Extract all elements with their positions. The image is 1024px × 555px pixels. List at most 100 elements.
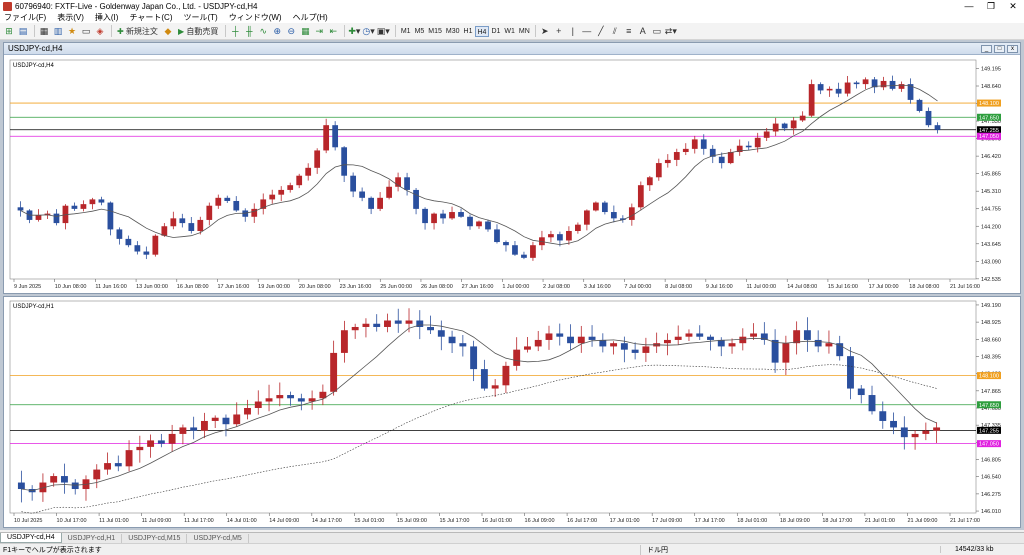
vertical-line-icon[interactable]: | [567,25,579,38]
symbol-label: USDJPY-cd,H4 [13,63,54,69]
chart-max-icon[interactable]: □ [994,44,1005,53]
tf-mn[interactable]: MN [517,26,532,37]
app-icon [3,1,12,11]
x-tick-label: 21 Jul 09:00 [907,518,937,524]
period-icon[interactable]: ◷ ▾ [362,25,374,38]
minimize-button[interactable]: — [958,0,980,12]
menu-insert[interactable]: 挿入(I) [95,12,119,23]
x-tick-label: 25 Jun 00:00 [380,284,412,290]
profiles-icon[interactable]: ▤ [17,25,29,38]
candle-body [782,343,790,363]
market-watch-icon[interactable]: ▦ [38,25,50,38]
candle-body [916,99,923,111]
candle-body [728,343,736,347]
candle-body [53,213,60,224]
candle-body [857,388,865,396]
tab-usdjpy-h4[interactable]: USDJPY-cd,H4 [0,533,62,543]
cursor-icon[interactable]: ➤ [539,25,551,38]
chart-window-h1[interactable]: USDJPY-cd,H1 149.190 148.925 148.660 148.395… [3,296,1021,528]
candle-body [771,339,779,363]
label-icon[interactable]: ▭ [651,25,663,38]
chart-close-icon[interactable]: x [1007,44,1018,53]
metaeditor-icon[interactable]: ◆ [162,25,174,38]
zoom-out-icon[interactable]: ⊖ [285,25,297,38]
menu-tools[interactable]: ツール(T) [183,12,217,23]
zoom-in-icon[interactable]: ⊕ [271,25,283,38]
channel-icon[interactable]: ⫽ [609,25,621,38]
menu-help[interactable]: ヘルプ(H) [293,12,328,23]
candle-body [61,476,68,483]
new-chart-icon[interactable]: ⊞ [3,25,15,38]
tab-usdjpy-m5[interactable]: USDJPY-cd,M5 [187,534,249,543]
x-tick-label: 11 Jul 09:00 [142,518,172,524]
tf-d1[interactable]: D1 [489,26,502,37]
tf-m5[interactable]: M5 [413,26,427,37]
new-order-label: 新規注文 [125,26,158,36]
auto-trade-button[interactable]: ▶ 自動売買 [176,25,220,38]
candle-body [513,349,521,366]
tf-m30[interactable]: M30 [444,26,462,37]
chart-h1-plot[interactable]: USDJPY-cd,H1 149.190 148.925 148.660 148.395… [4,297,1020,527]
x-tick-label: 13 Jun 00:00 [136,284,168,290]
maximize-button[interactable]: ❐ [980,0,1002,12]
line-chart-icon[interactable]: ∿ [257,25,269,38]
menu-chart[interactable]: チャート(C) [129,12,172,23]
crosshair-icon[interactable]: + [553,25,565,38]
chart-shift-icon[interactable]: ⇤ [327,25,339,38]
text-icon[interactable]: A [637,25,649,38]
candle-body [386,186,392,198]
candle-body [98,199,105,203]
new-order-button[interactable]: ✚ 新規注文 [115,25,160,38]
tf-m15[interactable]: M15 [426,26,444,37]
tf-m1[interactable]: M1 [399,26,413,37]
menu-file[interactable]: ファイル(F) [4,12,46,23]
arrows-icon[interactable]: ⇄▾ [665,25,677,38]
x-tick-label: 14 Jul 08:00 [787,284,817,290]
x-tick-label: 10 Jun 08:00 [55,284,87,290]
moving-average-line [21,324,937,492]
y-tick-label: 149.195 [981,66,1001,72]
tab-usdjpy-m15[interactable]: USDJPY-cd,M15 [122,534,188,543]
templates-icon[interactable]: ▣▾ [377,25,390,38]
y-tick-label: 148.640 [981,84,1001,90]
candle-body [188,223,195,231]
candle-body [631,349,639,353]
candle-body [637,185,644,208]
candle-body [224,197,231,201]
slow-moving-average-line [21,364,937,514]
x-tick-label: 23 Jun 16:00 [340,284,372,290]
tf-h4[interactable]: H4 [474,25,490,37]
chart-h4-plot[interactable]: USDJPY-cd,H4149.195148.640148.085147.530… [4,56,1020,293]
horizontal-line-icon[interactable]: — [581,25,593,38]
x-tick-label: 17 Jul 09:00 [652,518,682,524]
terminal-icon[interactable]: ▭ [80,25,92,38]
chart-min-icon[interactable]: _ [981,44,992,53]
candle-body [642,346,650,353]
close-button[interactable]: ✕ [1002,0,1024,12]
fibonacci-icon[interactable]: ≡ [623,25,635,38]
menu-window[interactable]: ウィンドウ(W) [229,12,282,23]
menu-view[interactable]: 表示(V) [57,12,84,23]
candle-body [663,339,671,344]
candle-body [449,212,455,219]
toolbar: ⊞ ▤ ▦ ▥ ★ ▭ ◈ ✚ 新規注文 ◆ ▶ 自動売買 ┼ ╫ ∿ ⊕ ⊖ … [0,23,1024,40]
navigator-icon[interactable]: ★ [66,25,78,38]
tile-windows-icon[interactable]: ▦ [299,25,311,38]
data-window-icon[interactable]: ▥ [52,25,64,38]
x-tick-label: 21 Jul 01:00 [865,518,895,524]
candle-body [868,395,876,412]
autoscroll-icon[interactable]: ⇥ [313,25,325,38]
candle-body [114,463,122,467]
tf-h1[interactable]: H1 [462,26,475,37]
indicators-icon[interactable]: ✚ ▾ [348,25,360,38]
candle-body [179,218,186,224]
x-tick-label: 18 Jul 09:00 [780,518,810,524]
trendline-icon[interactable]: ╱ [595,25,607,38]
tf-w1[interactable]: W1 [502,26,517,37]
chart-window-h4[interactable]: USDJPY-cd,H4 _ □ x USDJPY-cd,H4 149.195 14… [3,42,1021,294]
tester-icon[interactable]: ◈ [94,25,106,38]
candlestick-icon[interactable]: ╫ [243,25,255,38]
candle-body [332,125,339,148]
bar-chart-icon[interactable]: ┼ [229,25,241,38]
tab-usdjpy-h1[interactable]: USDJPY-cd,H1 [62,534,123,543]
